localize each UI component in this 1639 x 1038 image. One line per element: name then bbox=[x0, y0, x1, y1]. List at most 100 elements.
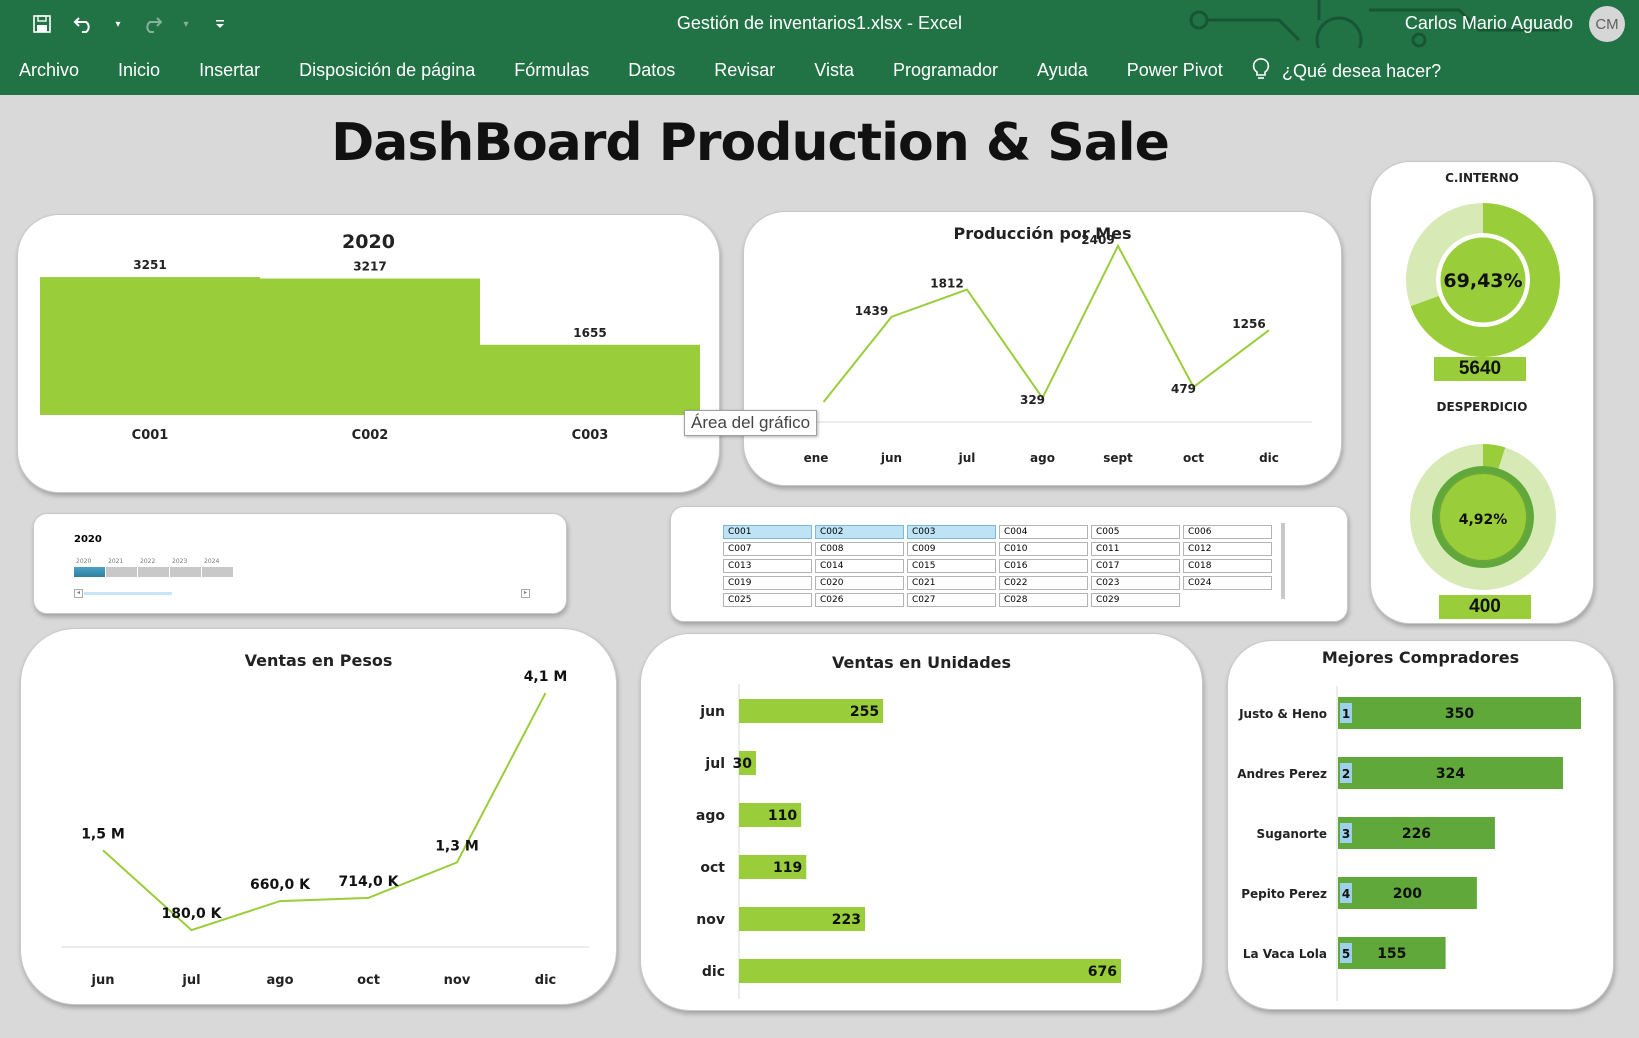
chart-ventas-pesos-card[interactable]: Ventas en Pesos jun jul ago oct nov dic 1,5 M1… bbox=[20, 628, 617, 1005]
x-tick-label: sept bbox=[1103, 451, 1133, 465]
slicer-item-c027[interactable]: C027 bbox=[907, 593, 996, 607]
slicer-item-c007[interactable]: C007 bbox=[723, 542, 812, 556]
tab-programador[interactable]: Programador bbox=[893, 60, 998, 81]
slicer-item-c003[interactable]: C003 bbox=[907, 525, 996, 539]
avatar[interactable]: CM bbox=[1589, 6, 1625, 42]
tell-me-input[interactable]: ¿Qué desea hacer? bbox=[1282, 61, 1441, 82]
tab-fórmulas[interactable]: Fórmulas bbox=[514, 60, 589, 81]
timeline-card[interactable]: 2020 2020 2021 2022 2023 2024 ◂ ▸ bbox=[33, 513, 567, 614]
timeline-year-label: 2023 bbox=[172, 558, 188, 565]
data-label: 255 bbox=[850, 704, 879, 720]
slicer-item-c021[interactable]: C021 bbox=[907, 576, 996, 590]
x-tick-label: ago bbox=[266, 973, 293, 988]
slicer-card[interactable]: C001 C002 C003 C004 C005 C006 C007 C008 C009 C010… bbox=[670, 506, 1348, 622]
tab-revisar[interactable]: Revisar bbox=[714, 60, 775, 81]
bar-chart-mejores-compradores[interactable]: 1 Justo & Heno 350 2 Andres Perez 324 3 Suganor… bbox=[1228, 641, 1615, 1011]
lightbulb-icon bbox=[1252, 57, 1270, 86]
slicer-item-c024[interactable]: C024 bbox=[1183, 576, 1272, 590]
bar bbox=[739, 959, 1121, 983]
chart-ventas-unidades-card[interactable]: Ventas en Unidades jun 255 jul 30 ago 110 oct 1… bbox=[640, 633, 1203, 1011]
timeline-segment[interactable] bbox=[202, 567, 233, 577]
gauge-label-interno: C.INTERNO bbox=[1445, 171, 1519, 185]
slicer-item-c014[interactable]: C014 bbox=[815, 559, 904, 573]
timeline-scrollbar[interactable] bbox=[84, 592, 172, 595]
slicer-item-c013[interactable]: C013 bbox=[723, 559, 812, 573]
slicer-item-c019[interactable]: C019 bbox=[723, 576, 812, 590]
x-tick-label: C002 bbox=[352, 428, 389, 443]
tab-ayuda[interactable]: Ayuda bbox=[1037, 60, 1088, 81]
data-label: 3251 bbox=[133, 258, 166, 272]
slicer-item-c005[interactable]: C005 bbox=[1091, 525, 1180, 539]
x-tick-label: ago bbox=[1030, 451, 1055, 465]
timeline-segment[interactable] bbox=[74, 567, 105, 577]
data-label: 1256 bbox=[1232, 317, 1265, 331]
slicer-item-c020[interactable]: C020 bbox=[815, 576, 904, 590]
slicer-item-c015[interactable]: C015 bbox=[907, 559, 996, 573]
x-tick-label: C003 bbox=[572, 428, 609, 443]
tab-power-pivot[interactable]: Power Pivot bbox=[1127, 60, 1223, 81]
bar bbox=[260, 278, 480, 415]
x-tick-label: ene bbox=[804, 451, 829, 465]
tab-inicio[interactable]: Inicio bbox=[118, 60, 160, 81]
slicer-item-c025[interactable]: C025 bbox=[723, 593, 812, 607]
timeline-scroll-left[interactable]: ◂ bbox=[74, 589, 83, 598]
slicer-item-c017[interactable]: C017 bbox=[1091, 559, 1180, 573]
user-name[interactable]: Carlos Mario Aguado bbox=[1405, 13, 1573, 34]
timeline-segment[interactable] bbox=[138, 567, 169, 577]
slicer-item-c008[interactable]: C008 bbox=[815, 542, 904, 556]
timeline-segment[interactable] bbox=[170, 567, 201, 577]
data-label: 660,0 K bbox=[250, 877, 311, 893]
gauge-percent: 4,92% bbox=[1459, 512, 1508, 528]
slicer-item-c006[interactable]: C006 bbox=[1183, 525, 1272, 539]
slicer-item-c012[interactable]: C012 bbox=[1183, 542, 1272, 556]
slicer-grid: C001 C002 C003 C004 C005 C006 C007 C008 C009 C010… bbox=[723, 525, 1272, 607]
slicer-scrollbar[interactable] bbox=[1281, 523, 1285, 599]
gauge-interno[interactable]: 69,43% bbox=[1371, 190, 1595, 370]
slicer-item-c004[interactable]: C004 bbox=[999, 525, 1088, 539]
data-label: 1812 bbox=[930, 277, 963, 291]
tab-insertar[interactable]: Insertar bbox=[199, 60, 260, 81]
slicer-item-c018[interactable]: C018 bbox=[1183, 559, 1272, 573]
chart-2020-card[interactable]: 2020 3251 C001 3217 C002 1655 C003 bbox=[17, 214, 720, 493]
ribbon-tabs: Archivo Inicio Insertar Disposición de pági… bbox=[0, 48, 1639, 95]
timeline-scroll-right[interactable]: ▸ bbox=[521, 589, 530, 598]
bar-chart-2020[interactable]: 3251 C001 3217 C002 1655 C003 bbox=[18, 215, 721, 494]
slicer-item-c009[interactable]: C009 bbox=[907, 542, 996, 556]
chart-mejores-compradores-card[interactable]: Mejores Compradores 1 Justo & Heno 350 2 And… bbox=[1227, 640, 1614, 1010]
tab-datos[interactable]: Datos bbox=[628, 60, 675, 81]
chart-produccion-card[interactable]: Producción por Mes ene jun jul ago sept oct di… bbox=[743, 211, 1342, 486]
slicer-item-c010[interactable]: C010 bbox=[999, 542, 1088, 556]
slicer-item-c026[interactable]: C026 bbox=[815, 593, 904, 607]
bar-chart-ventas-unidades[interactable]: jun 255 jul 30 ago 110 oct 119 nov 223 dic 676 bbox=[641, 634, 1204, 1012]
slicer-item-c011[interactable]: C011 bbox=[1091, 542, 1180, 556]
line-chart-ventas-pesos[interactable]: jun jul ago oct nov dic 1,5 M 180,0 K 660,0 K 714… bbox=[21, 629, 618, 1006]
y-tick-label: Justo & Heno bbox=[1238, 707, 1327, 721]
tell-me[interactable]: ¿Qué desea hacer? bbox=[1252, 57, 1441, 86]
slicer-item-c001[interactable]: C001 bbox=[723, 525, 812, 539]
data-label: 714,0 K bbox=[338, 874, 399, 890]
timeline-segment[interactable] bbox=[106, 567, 137, 577]
x-tick-label: jul bbox=[958, 451, 976, 465]
y-tick-label: jul bbox=[704, 756, 725, 772]
ribbon-menu: Archivo Inicio Insertar Disposición de pági… bbox=[19, 60, 1262, 81]
tab-vista[interactable]: Vista bbox=[814, 60, 854, 81]
slicer-item-c023[interactable]: C023 bbox=[1091, 576, 1180, 590]
slicer-item-c029[interactable]: C029 bbox=[1091, 593, 1180, 607]
slicer-item-c028[interactable]: C028 bbox=[999, 593, 1088, 607]
slicer-item-c016[interactable]: C016 bbox=[999, 559, 1088, 573]
gauge-desperdicio[interactable]: 4,92% bbox=[1371, 422, 1595, 602]
x-tick-label: oct bbox=[357, 973, 380, 988]
data-label: 180,0 K bbox=[161, 906, 222, 922]
tab-disposición-de-página[interactable]: Disposición de página bbox=[299, 60, 475, 81]
x-tick-label: jul bbox=[181, 973, 200, 988]
slicer-item-c002[interactable]: C002 bbox=[815, 525, 904, 539]
series-line bbox=[102, 692, 547, 932]
rank-label: 5 bbox=[1342, 947, 1350, 961]
y-tick-label: Pepito Perez bbox=[1241, 887, 1327, 901]
line-chart-produccion[interactable]: ene jun jul ago sept oct dic 1439 1812 329 2409 479… bbox=[744, 212, 1343, 487]
y-tick-label: Suganorte bbox=[1257, 827, 1327, 841]
gauges-card[interactable]: C.INTERNO 69,43% 5640 DESPERDICIO 4,92% … bbox=[1370, 161, 1594, 624]
tab-archivo[interactable]: Archivo bbox=[19, 60, 79, 81]
data-label: 4,1 M bbox=[524, 669, 568, 685]
slicer-item-c022[interactable]: C022 bbox=[999, 576, 1088, 590]
